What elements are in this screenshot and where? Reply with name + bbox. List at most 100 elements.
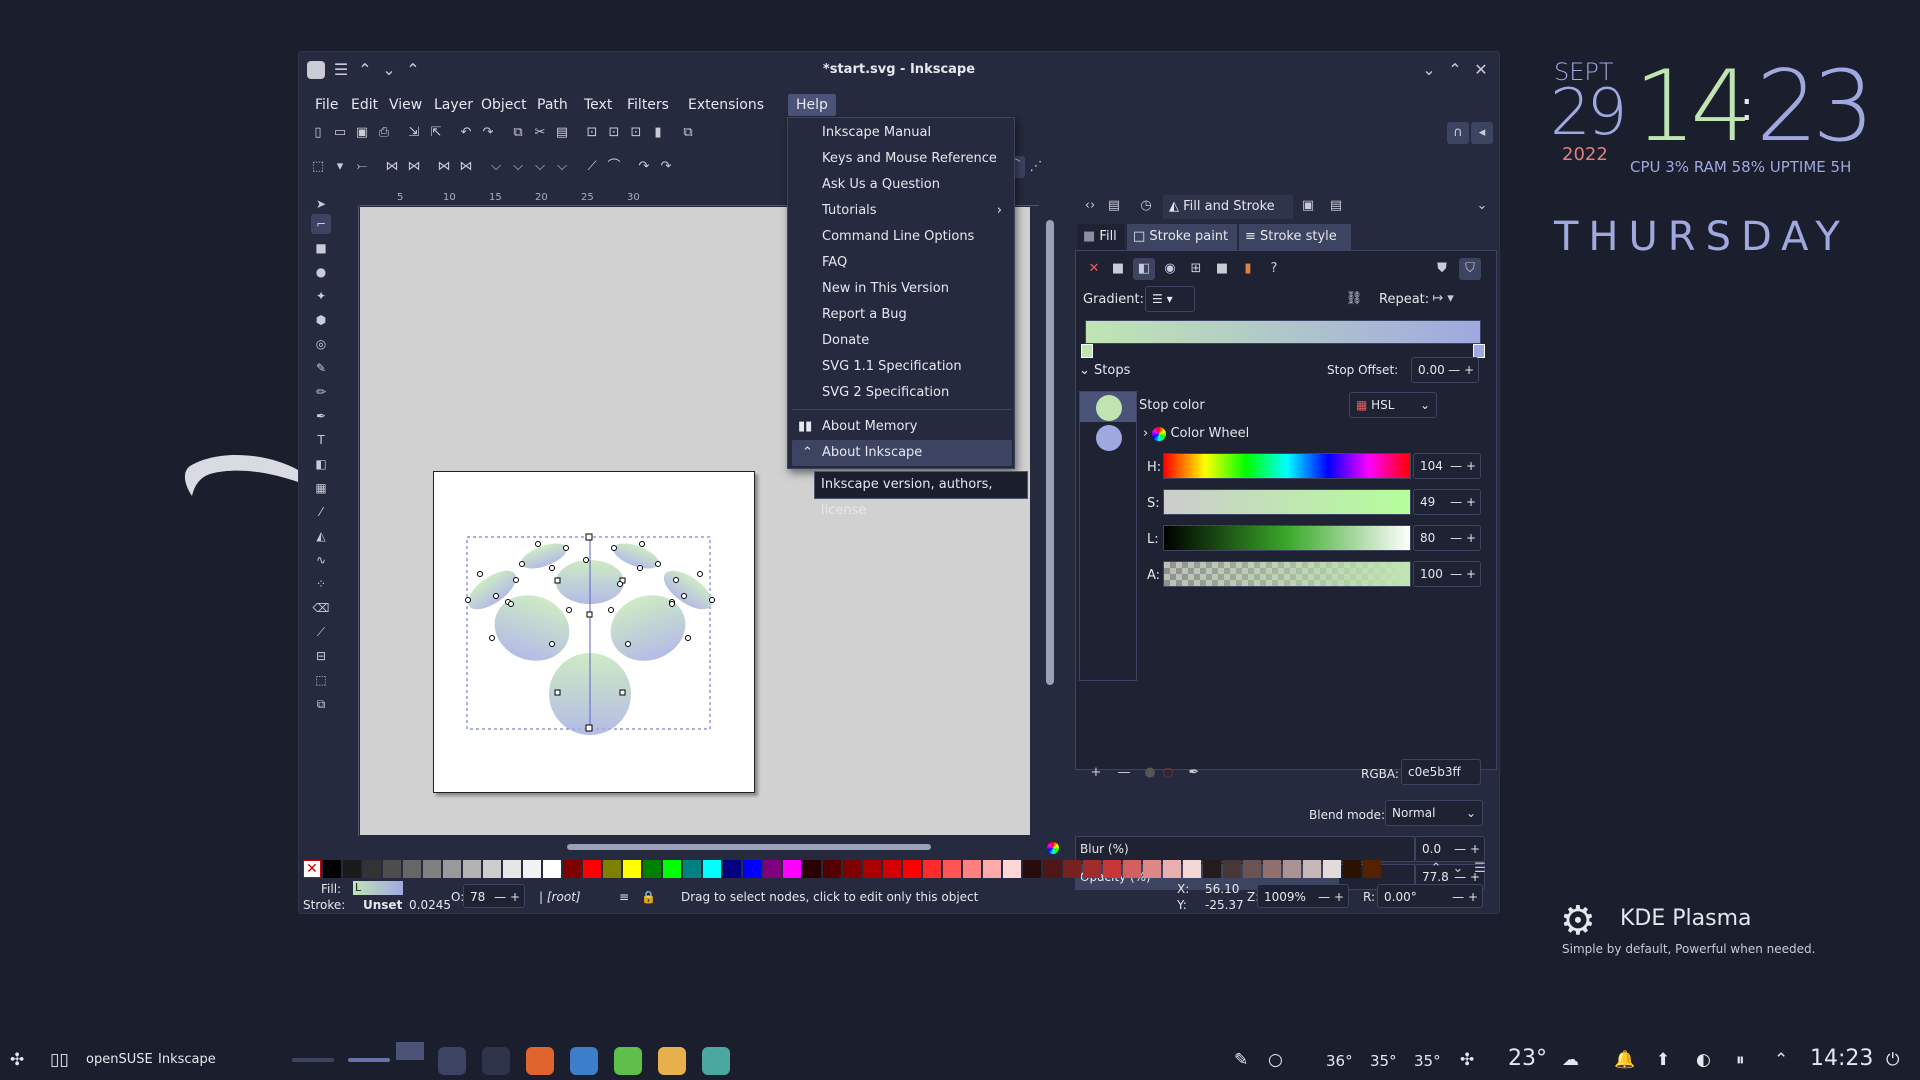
palette-swatch[interactable]: [543, 860, 561, 878]
palette-swatch[interactable]: [503, 860, 521, 878]
palette-swatch[interactable]: [623, 860, 641, 878]
color-wheel-expander[interactable]: › Color Wheel: [1143, 426, 1249, 441]
palette-swatch[interactable]: [763, 860, 781, 878]
menu-file[interactable]: File: [307, 94, 346, 116]
power-icon[interactable]: ⏻: [1886, 1050, 1899, 1070]
palette-swatch[interactable]: [443, 860, 461, 878]
tweak-tool-icon[interactable]: ∿: [311, 550, 331, 570]
node-cusp-icon[interactable]: ⌵: [485, 156, 507, 178]
palette-swatch[interactable]: [643, 860, 661, 878]
palette-swatch[interactable]: [923, 860, 941, 878]
circle-tray-icon[interactable]: ○: [1268, 1050, 1283, 1070]
calendar-task-icon[interactable]: [658, 1047, 686, 1075]
leaf-top-left[interactable]: [518, 538, 570, 573]
lightness-slider[interactable]: [1163, 525, 1411, 551]
zoom-input[interactable]: 1009% — +: [1257, 884, 1349, 908]
gradient-tool-icon[interactable]: ◧: [311, 454, 331, 474]
pencil-tool-icon[interactable]: ✏: [311, 382, 331, 402]
save-icon[interactable]: ▣: [351, 122, 373, 144]
palette-swatch[interactable]: [823, 860, 841, 878]
spray-tool-icon[interactable]: ⁘: [311, 574, 331, 594]
menu-item-tutorials[interactable]: Tutorials ›: [788, 198, 1014, 224]
zoom-tool-icon[interactable]: ⧉: [311, 694, 331, 714]
artwork[interactable]: [434, 472, 756, 794]
palette-swatch[interactable]: [1183, 860, 1201, 878]
palette-swatch[interactable]: [1203, 860, 1221, 878]
break-path-icon[interactable]: ⋈: [403, 156, 425, 178]
virtual-desktop-3[interactable]: [396, 1042, 424, 1060]
fill-rule-nonzero-icon[interactable]: ⛉: [1459, 258, 1481, 280]
settings-task-icon[interactable]: [482, 1047, 510, 1075]
import-icon[interactable]: ⇲: [403, 122, 425, 144]
palette-swatch[interactable]: [403, 860, 421, 878]
palette-swatch[interactable]: [1003, 860, 1021, 878]
palette-swatch[interactable]: [883, 860, 901, 878]
new-document-icon[interactable]: ▯: [307, 122, 329, 144]
menu-item-keys-reference[interactable]: Keys and Mouse Reference: [788, 146, 1014, 172]
palette-swatch[interactable]: [1283, 860, 1301, 878]
palette-swatch[interactable]: [483, 860, 501, 878]
palette-swatch[interactable]: [1143, 860, 1161, 878]
gradient-stop-handle-start[interactable]: [1081, 344, 1093, 358]
game-task-icon[interactable]: [614, 1047, 642, 1075]
palette-swatch[interactable]: [683, 860, 701, 878]
blend-mode-select[interactable]: Normal ⌄: [1385, 800, 1483, 826]
subtab-stroke-paint[interactable]: □ Stroke paint: [1127, 224, 1237, 250]
no-color-swatch[interactable]: ✕: [303, 860, 321, 878]
firefox-task-icon[interactable]: [526, 1047, 554, 1075]
menu-path[interactable]: Path: [529, 94, 576, 116]
node-auto-icon[interactable]: ⌵: [551, 156, 573, 178]
gradient-stop-handle-end[interactable]: [1473, 344, 1485, 358]
menu-filters[interactable]: Filters: [619, 94, 677, 116]
eraser-tool-icon[interactable]: ⌫: [311, 598, 331, 618]
media-pause-icon[interactable]: ⏸: [1736, 1050, 1745, 1070]
palette-swatch[interactable]: [983, 860, 1001, 878]
undo-icon[interactable]: ↶: [455, 122, 477, 144]
palette-swatch[interactable]: [843, 860, 861, 878]
radial-gradient-icon[interactable]: ◉: [1159, 258, 1181, 280]
menu-item-ask-question[interactable]: Ask Us a Question: [788, 172, 1014, 198]
node-tool-icon[interactable]: ⌐: [311, 214, 331, 234]
palette-swatch[interactable]: [1123, 860, 1141, 878]
menu-item-svg2-spec[interactable]: SVG 2 Specification: [788, 380, 1014, 406]
palette-swatch[interactable]: [1263, 860, 1281, 878]
menu-item-report-bug[interactable]: Report a Bug: [788, 302, 1014, 328]
dropper-tool-icon[interactable]: ⁄: [311, 502, 331, 522]
tray-expand-icon[interactable]: ⌃: [1774, 1050, 1788, 1070]
insert-node-icon[interactable]: ⬚: [307, 156, 329, 178]
palette-swatch[interactable]: [723, 860, 741, 878]
pen-tray-icon[interactable]: ✎: [1234, 1050, 1248, 1070]
taskbar-clock[interactable]: 14:23: [1810, 1046, 1873, 1071]
palette-swatch[interactable]: [743, 860, 761, 878]
menu-item-svg11-spec[interactable]: SVG 1.1 Specification: [788, 354, 1014, 380]
palette-swatch[interactable]: [383, 860, 401, 878]
palette-swatch[interactable]: [1343, 860, 1361, 878]
menu-item-new-in-version[interactable]: New in This Version: [788, 276, 1014, 302]
blur-slider[interactable]: Blur (%): [1075, 836, 1415, 862]
snap-menu-icon[interactable]: ◂: [1471, 122, 1493, 144]
application-launcher-icon[interactable]: ✣: [10, 1050, 24, 1070]
menu-text[interactable]: Text: [576, 94, 620, 116]
menu-view[interactable]: View: [381, 94, 430, 116]
stroke-to-path-icon[interactable]: ↷: [655, 156, 677, 178]
layers-dock-icon[interactable]: ▤: [1325, 195, 1347, 217]
palette-swatch[interactable]: [803, 860, 821, 878]
ellipse-tool-icon[interactable]: ●: [311, 262, 331, 282]
saturation-slider[interactable]: [1163, 489, 1411, 515]
palette-swatch[interactable]: [323, 860, 341, 878]
insert-node-dropdown-icon[interactable]: ▾: [329, 156, 351, 178]
text-tool-icon[interactable]: T: [311, 430, 331, 450]
delete-segment-icon[interactable]: ⋈: [455, 156, 477, 178]
mesh-gradient-icon[interactable]: ⊞: [1185, 258, 1207, 280]
hedgehog-task-icon[interactable]: [702, 1047, 730, 1075]
document-dock-icon[interactable]: ▤: [1103, 195, 1125, 217]
segment-line-icon[interactable]: ⟋: [581, 156, 603, 178]
updates-icon[interactable]: ⬆: [1656, 1050, 1670, 1070]
palette-swatch[interactable]: [523, 860, 541, 878]
menu-item-inkscape-manual[interactable]: Inkscape Manual: [788, 120, 1014, 146]
node-smooth-icon[interactable]: ⌵: [507, 156, 529, 178]
weather-cloud-icon[interactable]: ☁: [1562, 1050, 1579, 1070]
dock-menu-chevron-icon[interactable]: ⌄: [1471, 195, 1493, 217]
palette-swatch[interactable]: [563, 860, 581, 878]
maximize-button[interactable]: ⌃: [1445, 60, 1465, 80]
